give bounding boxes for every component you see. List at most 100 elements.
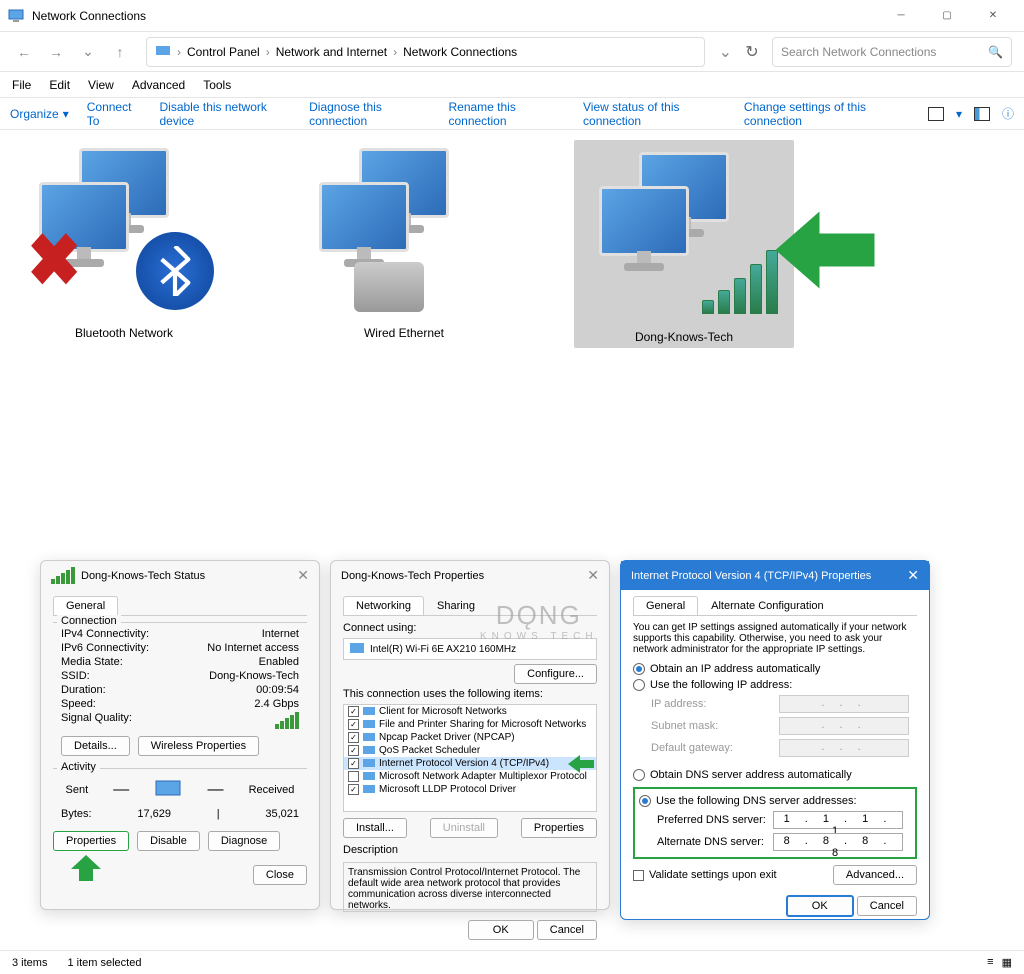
search-placeholder: Search Network Connections [781, 45, 936, 59]
list-item[interactable]: ✓File and Printer Sharing for Microsoft … [344, 718, 596, 731]
breadcrumb-chevron-icon[interactable]: ⌄ [719, 42, 732, 62]
gateway-label: Default gateway: [651, 742, 733, 754]
media-value: Enabled [259, 656, 299, 668]
breadcrumb[interactable]: › Control Panel › Network and Internet ›… [146, 37, 705, 67]
list-item[interactable]: ✓ Npcap Packet Driver (NPCAP) [344, 731, 596, 744]
back-button[interactable]: ← [12, 40, 36, 64]
ok-button[interactable]: OK [786, 895, 854, 917]
checkbox-icon[interactable] [348, 771, 359, 782]
details-button[interactable]: Details... [61, 736, 130, 756]
refresh-button[interactable]: ↻ [740, 40, 764, 64]
configure-button[interactable]: Configure... [514, 664, 597, 684]
close-button[interactable]: ✕ [970, 0, 1016, 32]
items-label: This connection uses the following items… [343, 688, 597, 700]
search-input[interactable]: Search Network Connections 🔍 [772, 37, 1012, 67]
received-label: Received [249, 784, 295, 796]
connection-wifi[interactable]: Dong-Knows-Tech [574, 140, 794, 348]
list-item[interactable]: ✓Client for Microsoft Networks [344, 705, 596, 718]
recent-dropdown[interactable]: ⌄ [76, 40, 100, 64]
checkbox-icon[interactable]: ✓ [348, 758, 359, 769]
menu-advanced[interactable]: Advanced [132, 78, 185, 92]
app-icon [8, 8, 24, 24]
ipv4-value: Internet [262, 628, 299, 640]
ssid-value: Dong-Knows-Tech [209, 670, 299, 682]
subnet-input: . . . [779, 717, 909, 735]
breadcrumb-control-panel[interactable]: Control Panel [187, 45, 260, 59]
properties-button[interactable]: Properties [53, 831, 129, 851]
close-button[interactable]: Close [253, 865, 307, 885]
breadcrumb-network-connections[interactable]: Network Connections [403, 45, 517, 59]
view-tiles-icon[interactable]: ▦ [1002, 956, 1012, 969]
ok-button[interactable]: OK [468, 920, 534, 940]
radio-use-dns[interactable]: Use the following DNS server addresses: [639, 793, 911, 809]
menu-bar: File Edit View Advanced Tools [0, 72, 1024, 98]
menu-file[interactable]: File [12, 78, 31, 92]
item-label: Internet Protocol Version 4 (TCP/IPv4) [379, 758, 549, 769]
organize-dropdown[interactable]: Organize ▾ [10, 107, 69, 121]
tab-general[interactable]: General [53, 596, 118, 615]
group-label: Activity [57, 761, 100, 773]
nav-bar: ← → ⌄ ↑ › Control Panel › Network and In… [0, 32, 1024, 72]
status-selected-count: 1 item selected [67, 957, 141, 969]
help-icon[interactable]: ⓘ [1002, 105, 1014, 122]
subnet-label: Subnet mask: [651, 720, 718, 732]
speed-value: 2.4 Gbps [254, 698, 299, 710]
menu-edit[interactable]: Edit [49, 78, 70, 92]
cancel-button[interactable]: Cancel [537, 920, 597, 940]
breadcrumb-network-internet[interactable]: Network and Internet [276, 45, 387, 59]
alt-dns-input[interactable]: 8 . 8 . 8 . 8 [773, 833, 903, 851]
pref-dns-input[interactable]: 1 . 1 . 1 . 1 [773, 811, 903, 829]
checkbox-icon[interactable]: ✓ [348, 719, 359, 730]
status-bar: 3 items 1 item selected ≡ ▦ [0, 950, 1024, 974]
validate-checkbox[interactable]: Validate settings upon exit [633, 867, 777, 883]
radio-obtain-dns[interactable]: Obtain DNS server address automatically [633, 767, 917, 783]
close-icon[interactable]: ✕ [907, 567, 919, 584]
checkbox-icon[interactable]: ✓ [348, 732, 359, 743]
close-icon[interactable]: ✕ [297, 567, 309, 584]
toolbar-rename[interactable]: Rename this connection [448, 100, 565, 128]
tab-networking[interactable]: Networking [343, 596, 424, 615]
checkbox-icon[interactable]: ✓ [348, 706, 359, 717]
radio-use-ip[interactable]: Use the following IP address: [633, 677, 917, 693]
minimize-button[interactable]: ─ [878, 0, 924, 32]
radio-obtain-ip[interactable]: Obtain an IP address automatically [633, 661, 917, 677]
tab-sharing[interactable]: Sharing [424, 596, 488, 615]
list-item[interactable]: Microsoft Network Adapter Multiplexor Pr… [344, 770, 596, 783]
tab-general[interactable]: General [633, 596, 698, 615]
view-icon-2[interactable] [974, 107, 990, 121]
checkbox-icon[interactable]: ✓ [348, 745, 359, 756]
up-button[interactable]: ↑ [108, 40, 132, 64]
toolbar-diagnose[interactable]: Diagnose this connection [309, 100, 430, 128]
disable-button[interactable]: Disable [137, 831, 200, 851]
list-item[interactable]: ✓Microsoft LLDP Protocol Driver [344, 783, 596, 796]
menu-tools[interactable]: Tools [203, 78, 231, 92]
component-icon [363, 720, 375, 730]
uninstall-button[interactable]: Uninstall [430, 818, 498, 838]
close-icon[interactable]: ✕ [587, 567, 599, 584]
maximize-button[interactable]: ▢ [924, 0, 970, 32]
received-value: 35,021 [265, 808, 299, 820]
item-label: Npcap Packet Driver (NPCAP) [379, 732, 515, 743]
list-item[interactable]: ✓QoS Packet Scheduler [344, 744, 596, 757]
item-properties-button[interactable]: Properties [521, 818, 597, 838]
chevron-down-icon[interactable]: ▾ [956, 107, 962, 121]
toolbar-view-status[interactable]: View status of this connection [583, 100, 726, 128]
connection-wired[interactable]: Wired Ethernet [294, 140, 514, 340]
toolbar-change-settings[interactable]: Change settings of this connection [744, 100, 910, 128]
toolbar-disable[interactable]: Disable this network device [160, 100, 292, 128]
items-list[interactable]: ✓Client for Microsoft Networks✓File and … [343, 704, 597, 812]
diagnose-button[interactable]: Diagnose [208, 831, 280, 851]
install-button[interactable]: Install... [343, 818, 407, 838]
view-icon-1[interactable] [928, 107, 944, 121]
forward-button[interactable]: → [44, 40, 68, 64]
advanced-button[interactable]: Advanced... [833, 865, 917, 885]
wireless-properties-button[interactable]: Wireless Properties [138, 736, 259, 756]
list-item[interactable]: ✓ Internet Protocol Version 4 (TCP/IPv4) [344, 757, 596, 770]
checkbox-icon[interactable]: ✓ [348, 784, 359, 795]
menu-view[interactable]: View [88, 78, 114, 92]
toolbar-connect-to[interactable]: Connect To [87, 100, 142, 128]
cancel-button[interactable]: Cancel [857, 896, 917, 916]
tab-alternate[interactable]: Alternate Configuration [698, 596, 837, 615]
connection-bluetooth[interactable]: ✖ Bluetooth Network [14, 140, 234, 340]
view-details-icon[interactable]: ≡ [987, 956, 993, 969]
